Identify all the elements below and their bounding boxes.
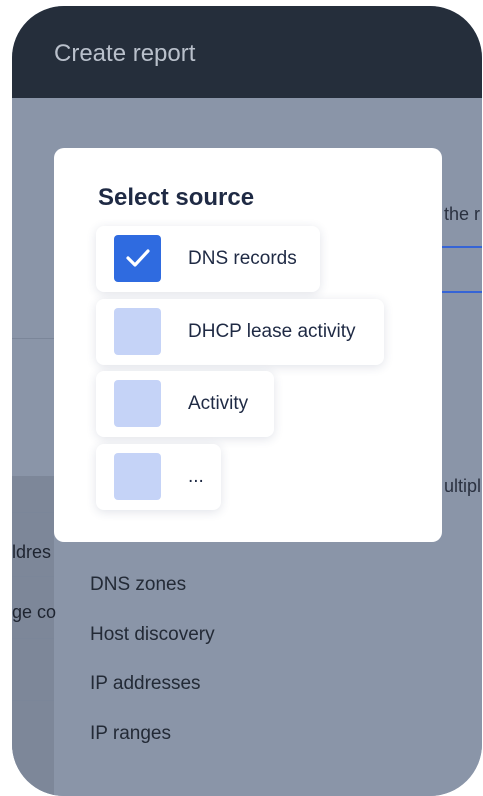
header-bar: Create report bbox=[12, 6, 482, 98]
background-partial-text: the r bbox=[444, 204, 481, 224]
report-type-item[interactable]: Host discovery bbox=[90, 624, 215, 646]
source-option-more[interactable]: ... bbox=[96, 444, 221, 510]
source-option-dns-records[interactable]: DNS records bbox=[96, 226, 320, 292]
background-input-border bbox=[442, 246, 482, 248]
checkbox-unchecked[interactable] bbox=[114, 453, 161, 500]
background-divider bbox=[12, 512, 54, 513]
background-divider bbox=[12, 576, 54, 577]
report-type-item[interactable]: DNS zones bbox=[90, 574, 186, 596]
window-title: Create report bbox=[54, 40, 196, 67]
option-label: DNS records bbox=[188, 248, 297, 269]
select-source-dialog: Select source DNS records DHCP lease act… bbox=[54, 148, 442, 542]
checkbox-unchecked[interactable] bbox=[114, 308, 161, 355]
report-type-item[interactable]: IP addresses bbox=[90, 673, 201, 695]
option-label: DHCP lease activity bbox=[188, 321, 356, 342]
source-option-dhcp-lease-activity[interactable]: DHCP lease activity bbox=[96, 299, 384, 365]
background-divider bbox=[12, 338, 54, 339]
background-partial-text: ge co bbox=[12, 602, 57, 622]
source-option-activity[interactable]: Activity bbox=[96, 371, 274, 437]
background-divider bbox=[12, 700, 54, 701]
background-input-border bbox=[442, 291, 482, 293]
dialog-title: Select source bbox=[98, 184, 255, 211]
checkbox-unchecked[interactable] bbox=[114, 380, 161, 427]
option-label: ... bbox=[188, 466, 204, 487]
checkmark-icon bbox=[126, 249, 150, 267]
background-partial-text: ultipl bbox=[444, 476, 482, 496]
option-label: Activity bbox=[188, 393, 249, 414]
background-divider bbox=[12, 638, 54, 639]
report-type-item[interactable]: IP ranges bbox=[90, 723, 171, 745]
background-partial-text: ldres bbox=[12, 542, 52, 562]
background-left-column bbox=[12, 476, 54, 796]
checkbox-checked[interactable] bbox=[114, 235, 161, 282]
